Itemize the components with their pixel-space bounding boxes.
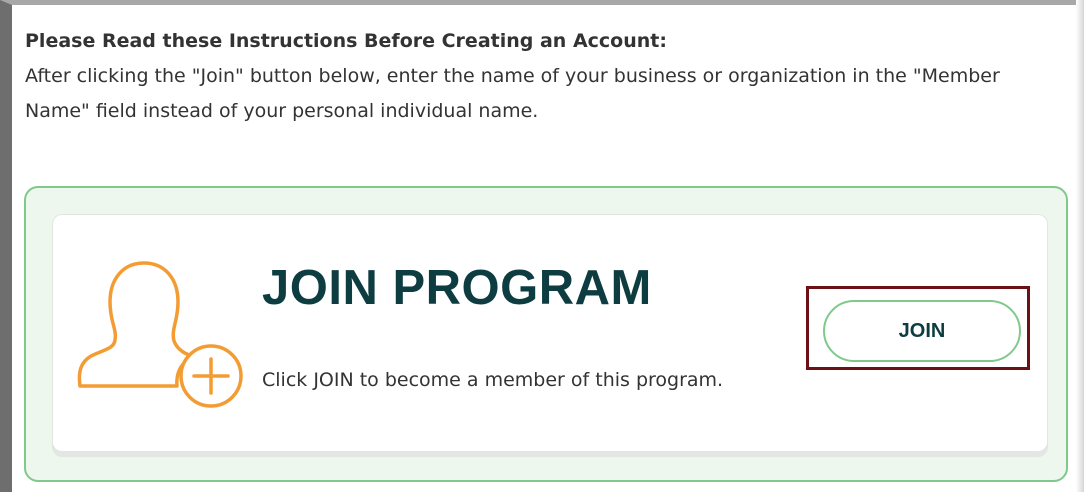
instructions-body: After clicking the "Join" button below, …	[25, 65, 1000, 122]
join-button[interactable]: JOIN	[823, 300, 1021, 362]
window-edge-shadow	[1076, 0, 1084, 492]
program-title: JOIN PROGRAM	[262, 261, 652, 315]
user-plus-icon	[77, 261, 243, 408]
instructions-block: Please Read these Instructions Before Cr…	[25, 24, 1055, 129]
instructions-heading: Please Read these Instructions Before Cr…	[25, 30, 667, 52]
program-description: Click JOIN to become a member of this pr…	[262, 369, 724, 391]
